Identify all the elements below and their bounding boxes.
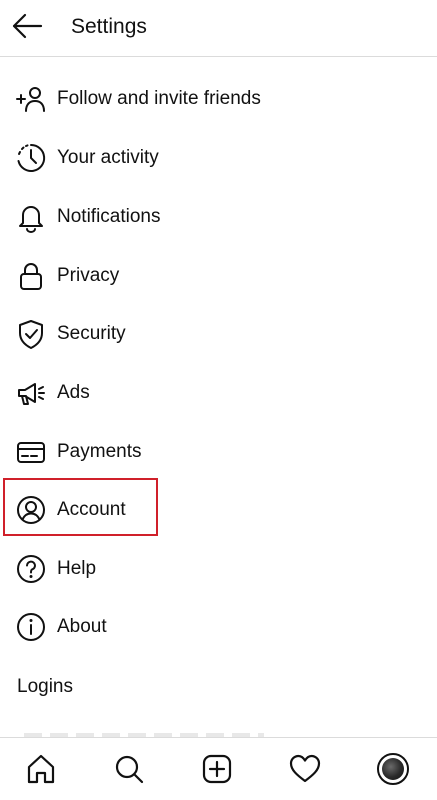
arrow-left-icon <box>12 13 43 39</box>
back-button[interactable] <box>10 10 46 42</box>
menu-item-your-activity[interactable]: Your activity <box>0 129 437 187</box>
profile-avatar[interactable] <box>377 753 409 785</box>
megaphone-icon <box>15 377 47 409</box>
nav-new-post-button[interactable] <box>199 751 235 787</box>
app-header: Settings <box>0 0 437 57</box>
bell-icon <box>15 201 47 233</box>
menu-item-label: Payments <box>57 441 142 462</box>
menu-item-account[interactable]: Account <box>0 481 437 539</box>
avatar-image <box>382 758 404 780</box>
menu-item-ads[interactable]: Ads <box>0 364 437 422</box>
menu-item-privacy[interactable]: Privacy <box>0 247 437 305</box>
menu-item-about[interactable]: About <box>0 598 437 656</box>
menu-item-label: Help <box>57 558 97 579</box>
menu-item-label: Security <box>57 323 126 344</box>
card-icon <box>15 436 47 468</box>
menu-item-label: Follow and invite friends <box>57 88 261 109</box>
user-circle-icon <box>15 494 47 526</box>
nav-home-button[interactable] <box>23 751 59 787</box>
menu-item-label: Your activity <box>57 147 159 168</box>
menu-item-payments[interactable]: Payments <box>0 423 437 481</box>
shield-check-icon <box>15 318 47 350</box>
home-icon <box>27 754 55 784</box>
new-post-icon <box>202 754 232 784</box>
menu-item-label: Privacy <box>57 265 120 286</box>
menu-item-label: Account <box>57 499 126 520</box>
menu-item-follow-invite[interactable]: Follow and invite friends <box>0 70 437 128</box>
menu-item-notifications[interactable]: Notifications <box>0 188 437 246</box>
menu-item-help[interactable]: Help <box>0 540 437 598</box>
menu-item-label: Ads <box>57 382 90 403</box>
info-circle-icon <box>15 611 47 643</box>
menu-item-label: About <box>57 616 107 637</box>
bottom-navigation <box>0 737 437 800</box>
heart-icon <box>289 754 321 783</box>
question-circle-icon <box>15 553 47 585</box>
add-person-icon <box>15 83 47 115</box>
nav-activity-button[interactable] <box>287 751 323 787</box>
menu-item-label: Notifications <box>57 206 161 227</box>
menu-item-security[interactable]: Security <box>0 305 437 363</box>
nav-search-button[interactable] <box>111 751 147 787</box>
lock-icon <box>15 260 47 292</box>
search-icon <box>115 755 144 784</box>
page-title: Settings <box>71 15 147 38</box>
activity-clock-icon <box>15 142 47 174</box>
logins-section-heading: Logins <box>17 676 73 697</box>
